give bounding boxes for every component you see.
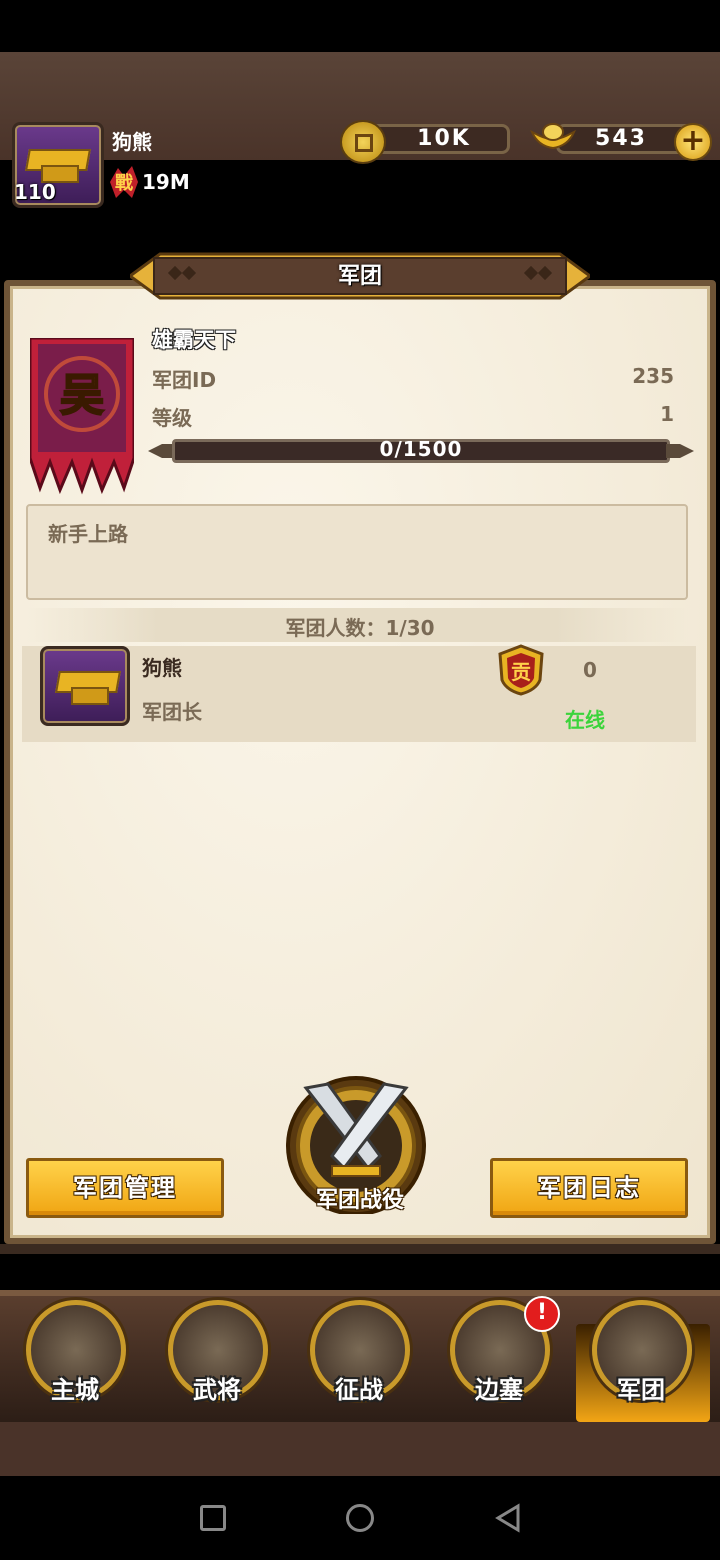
xp-bar-right-cap <box>666 444 694 458</box>
bottom-strip <box>0 1422 720 1476</box>
player-level: 110 <box>14 180 56 204</box>
member-count: 军团人数：1/30 <box>285 616 435 640</box>
legion-id-value: 235 <box>632 364 674 388</box>
tab-campaign[interactable]: 征战 <box>304 1300 414 1410</box>
player-name: 狗熊 <box>112 130 152 154</box>
tab-label: 边塞 <box>475 1376 523 1404</box>
coins-display: 10K <box>366 124 510 154</box>
tab-generals[interactable]: 武将 <box>162 1300 272 1410</box>
legion-level-value: 1 <box>660 402 674 426</box>
coins-value: 10K <box>417 126 471 151</box>
member-role: 军团长 <box>142 700 202 724</box>
home-icon[interactable] <box>346 1504 374 1532</box>
legion-banner-icon: 吴 <box>30 338 134 495</box>
contribution-badge-text: 贡 <box>511 660 531 684</box>
ingots-value: 543 <box>595 126 647 151</box>
legion-name: 雄霸天下 <box>152 328 236 352</box>
contribution-icon: 贡 <box>498 644 544 696</box>
battle-power-icon: 戰 <box>110 166 138 198</box>
add-ingots-button[interactable]: + <box>674 123 712 161</box>
tab-label: 武将 <box>193 1376 241 1404</box>
tab-main-city[interactable]: 主城 <box>20 1300 130 1410</box>
tab-label: 主城 <box>51 1376 99 1404</box>
legion-manage-button[interactable]: 军团管理 <box>26 1158 224 1218</box>
recent-apps-icon[interactable] <box>200 1505 226 1531</box>
gold-ingot-icon <box>530 123 576 150</box>
tab-label: 军团 <box>617 1376 665 1404</box>
member-name: 狗熊 <box>142 656 182 680</box>
svg-text:戰: 戰 <box>115 173 133 194</box>
status-bar <box>0 0 720 52</box>
member-avatar[interactable] <box>40 646 130 726</box>
battle-power-value: 19M <box>142 170 190 194</box>
legion-xp-text: 0/1500 <box>379 437 463 461</box>
legion-notice-text: 新手上路 <box>48 522 128 546</box>
legion-id-label: 军团ID <box>152 368 217 392</box>
banner-char: 吴 <box>60 370 104 421</box>
coin-icon <box>340 120 386 164</box>
legion-level-label: 等级 <box>152 406 192 430</box>
member-status: 在线 <box>565 708 605 732</box>
legion-battle-label[interactable]: 军团战役 <box>270 1182 450 1214</box>
frontier-alert-badge: ! <box>524 1296 560 1332</box>
back-icon[interactable] <box>494 1503 522 1533</box>
tab-label: 征战 <box>335 1376 383 1404</box>
panel-title: 军团 <box>337 264 382 289</box>
member-contribution: 0 <box>583 658 597 682</box>
tab-legion[interactable]: 军团 <box>586 1300 696 1410</box>
panel-bottom-frame <box>0 1244 720 1254</box>
legion-log-button[interactable]: 军团日志 <box>490 1158 688 1218</box>
